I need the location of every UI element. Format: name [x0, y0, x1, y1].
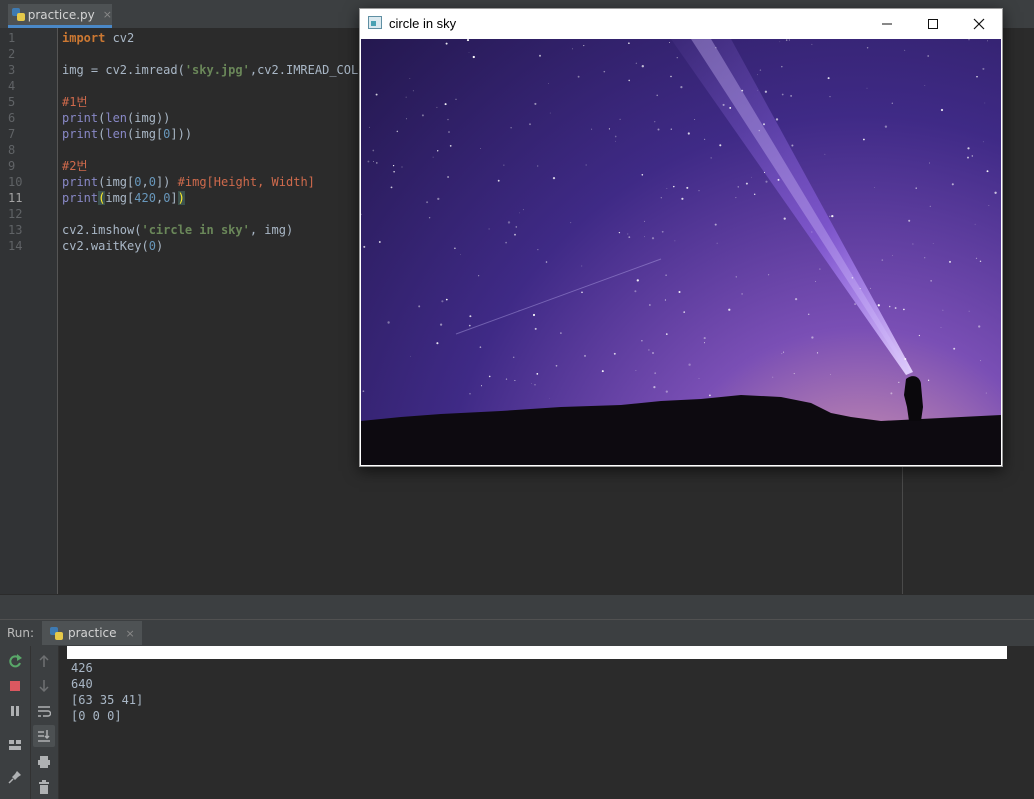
soft-wrap-icon — [38, 706, 51, 717]
line-number: 14 — [8, 239, 23, 253]
tab-run-practice[interactable]: practice × — [42, 621, 142, 645]
stop-button[interactable] — [4, 675, 26, 697]
sky-image — [361, 39, 1001, 465]
run-panel-header: Run: practice × — [0, 619, 1034, 647]
close-icon — [973, 18, 985, 30]
maximize-icon — [928, 19, 938, 29]
night-sky-photo — [361, 39, 1001, 465]
pause-button[interactable] — [4, 700, 26, 722]
image-window[interactable]: circle in sky — [359, 8, 1003, 467]
line-number: 7 — [8, 127, 16, 141]
arrow-up-icon — [39, 654, 49, 667]
scroll-to-end-icon — [38, 730, 50, 742]
layout-icon — [9, 740, 21, 750]
console-line: 640 — [71, 677, 93, 691]
arrow-down-icon — [39, 680, 49, 693]
line-number: 10 — [8, 175, 23, 189]
window-title: circle in sky — [389, 16, 457, 31]
run-tab-label: practice — [68, 626, 117, 640]
clear-all-button[interactable] — [33, 776, 55, 798]
line-number: 3 — [8, 63, 16, 77]
rerun-icon — [9, 654, 22, 668]
line-number-gutter: 1 2 3 4 5 6 7 8 9 10 11 12 13 14 — [0, 28, 58, 594]
run-panel-title: Run: — [7, 626, 35, 640]
run-toolbar-secondary — [31, 646, 59, 799]
minimize-button[interactable] — [864, 9, 910, 39]
close-icon[interactable]: × — [103, 8, 112, 21]
pin-button[interactable] — [4, 766, 26, 788]
code-line-5: #1번 — [62, 95, 88, 109]
run-toolbar-primary — [0, 646, 31, 799]
console-line: 426 — [71, 661, 93, 675]
image-window-titlebar[interactable]: circle in sky — [360, 9, 1002, 39]
line-number: 2 — [8, 47, 16, 61]
console-output[interactable]: 426 640 [63 35 41] [0 0 0] — [59, 646, 1034, 799]
print-icon — [38, 756, 50, 768]
line-number: 13 — [8, 223, 23, 237]
code-line-3: img = cv2.imread('sky.jpg',cv2.IMREAD_CO… — [62, 63, 373, 77]
scroll-to-end-button[interactable] — [33, 725, 55, 747]
code-line-6: print(len(img)) — [62, 111, 171, 125]
line-number: 5 — [8, 95, 16, 109]
code-line-14: cv2.waitKey(0) — [62, 239, 164, 253]
tab-label: practice.py — [27, 7, 95, 22]
code-line-13: cv2.imshow('circle in sky', img) — [62, 223, 294, 237]
console-line: [63 35 41] — [71, 693, 144, 707]
layout-button[interactable] — [4, 734, 26, 756]
close-icon[interactable]: × — [126, 627, 135, 640]
code-line-10: print(img[0,0]) #img[Height, Width] — [62, 175, 315, 189]
rerun-button[interactable] — [4, 650, 26, 672]
pause-icon — [11, 706, 19, 716]
code-line-1: import cv2 — [62, 31, 135, 45]
maximize-button[interactable] — [910, 9, 956, 39]
close-button[interactable] — [956, 9, 1002, 39]
console-line: [0 0 0] — [71, 709, 122, 723]
scroll-up-button[interactable] — [33, 650, 55, 672]
panel-separator — [0, 594, 1034, 619]
code-line-7: print(len(img[0])) — [62, 127, 193, 141]
line-number: 11 — [8, 191, 23, 205]
code-line-9: #2번 — [62, 159, 88, 173]
pin-icon — [8, 771, 21, 784]
code-line-11: print(img[420,0]) — [62, 191, 185, 205]
soft-wrap-button[interactable] — [33, 700, 55, 722]
line-number: 4 — [8, 79, 16, 93]
line-number: 8 — [8, 143, 16, 157]
python-file-icon — [12, 8, 25, 21]
line-number: 1 — [8, 31, 16, 45]
python-run-icon — [50, 626, 63, 640]
line-number: 9 — [8, 159, 16, 173]
line-number: 12 — [8, 207, 23, 221]
console-command-line — [67, 646, 1007, 659]
print-button[interactable] — [33, 751, 55, 773]
trash-icon — [39, 780, 49, 794]
line-number: 6 — [8, 111, 16, 125]
minimize-icon — [882, 23, 892, 25]
stop-icon — [10, 681, 20, 691]
scroll-down-button[interactable] — [33, 675, 55, 697]
window-app-icon — [368, 16, 382, 29]
tab-practice-py[interactable]: practice.py × — [8, 4, 112, 28]
